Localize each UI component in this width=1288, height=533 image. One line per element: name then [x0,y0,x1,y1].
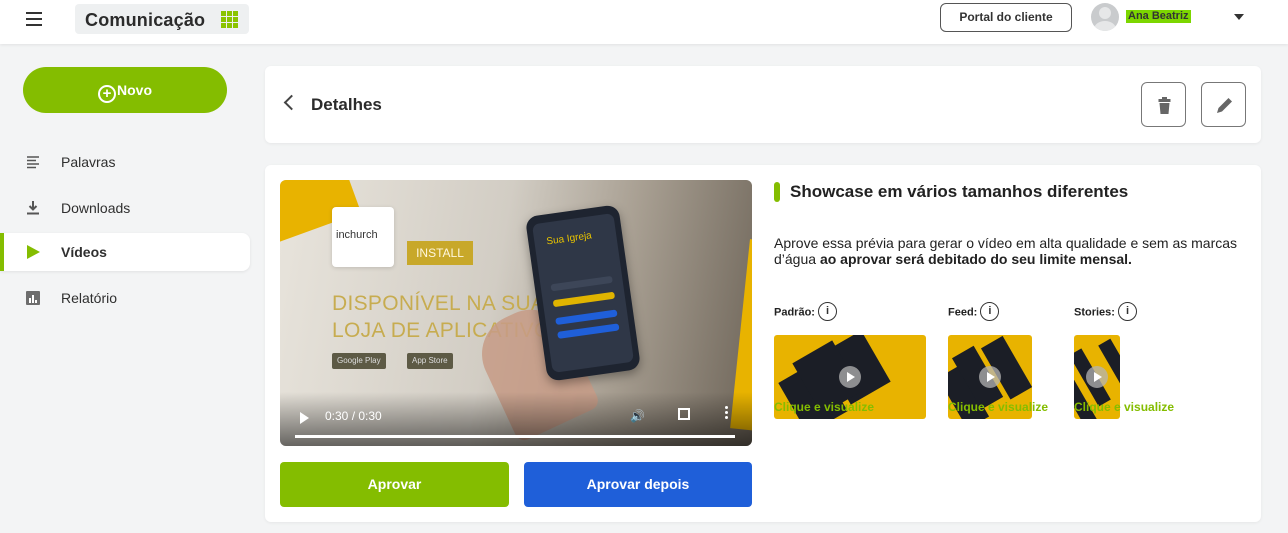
phone-title: Sua Igreja [545,230,593,248]
video-detail-card: inchurch INSTALL DISPONÍVEL NA SUA LOJA … [265,165,1261,522]
info-icon[interactable]: i [980,302,1000,321]
sidebar-item-videos[interactable]: Vídeos [0,233,250,271]
bar-chart-icon [26,291,40,305]
inchurch-logo: inchurch [332,207,394,267]
client-portal-button[interactable]: Portal do cliente [940,3,1072,32]
preview-link[interactable]: Clique e visualize [1074,400,1174,414]
approve-later-button[interactable]: Aprovar depois [524,462,752,507]
video-player[interactable]: inchurch INSTALL DISPONÍVEL NA SUA LOJA … [280,180,752,446]
app-switcher[interactable]: Comunicação [75,4,249,34]
info-icon[interactable]: i [817,302,837,321]
new-button[interactable]: + Novo [23,67,227,113]
format-padrao: Padrão: i Clique e visualize [774,302,926,419]
play-icon [1086,366,1108,388]
avatar[interactable] [1091,3,1119,31]
fullscreen-icon[interactable] [678,408,690,420]
info-icon[interactable]: i [1117,302,1137,321]
showcase-description: Aprove essa prévia para gerar o vídeo em… [774,235,1238,267]
app-store-badge: App Store [407,353,453,369]
sidebar-item-label: Palavras [61,154,116,170]
top-bar: Comunicação Portal do cliente Ana Beatri… [0,0,1288,44]
download-icon [27,201,39,215]
format-label: Stories: [1074,306,1115,319]
menu-icon[interactable] [26,12,42,26]
plus-circle-icon: + [98,85,116,103]
install-badge: INSTALL [407,241,473,265]
pencil-icon [1217,98,1232,113]
format-feed: Feed: i Clique e visualize [948,302,1048,419]
sidebar-item-label: Relatório [61,290,118,306]
back-icon[interactable] [283,94,300,111]
preview-link[interactable]: Clique e visualize [774,400,874,414]
showcase-title: Showcase em vários tamanhos diferentes [790,182,1129,201]
trash-icon [1158,97,1171,114]
user-name[interactable]: Ana Beatriz [1126,10,1191,23]
lines-icon [27,156,39,169]
app-title: Comunicação [85,10,206,30]
video-controls: 0:30 / 0:30 🔊 [280,392,752,446]
more-options-icon[interactable] [725,406,729,421]
play-icon [979,366,1001,388]
page-title: Detalhes [311,95,382,114]
sidebar-item-label: Downloads [61,200,131,216]
sidebar-item-palavras[interactable]: Palavras [0,143,250,181]
delete-button[interactable] [1141,82,1186,127]
sidebar-item-relatorio[interactable]: Relatório [0,279,250,317]
new-button-label: Novo [117,82,152,98]
video-progress[interactable] [295,435,735,438]
volume-icon[interactable]: 🔊 [630,409,645,423]
approve-button[interactable]: Aprovar [280,462,509,507]
sidebar-item-label: Vídeos [61,244,107,260]
format-label: Feed: [948,306,978,319]
sidebar-item-downloads[interactable]: Downloads [0,189,250,227]
play-icon [27,245,40,259]
video-time: 0:30 / 0:30 [325,409,382,423]
play-icon[interactable] [300,412,309,424]
preview-link[interactable]: Clique e visualize [948,400,1048,414]
details-header: Detalhes [265,66,1261,143]
format-label: Padrão: [774,306,815,319]
chevron-down-icon[interactable] [1234,14,1244,20]
format-stories: Stories: i Clique e visualize [1074,302,1174,419]
promo-text-line-1: DISPONÍVEL NA SUA [332,292,546,315]
apps-grid-icon [221,11,239,28]
title-accent [774,182,780,202]
google-play-badge: Google Play [332,353,386,369]
edit-button[interactable] [1201,82,1246,127]
play-icon [839,366,861,388]
